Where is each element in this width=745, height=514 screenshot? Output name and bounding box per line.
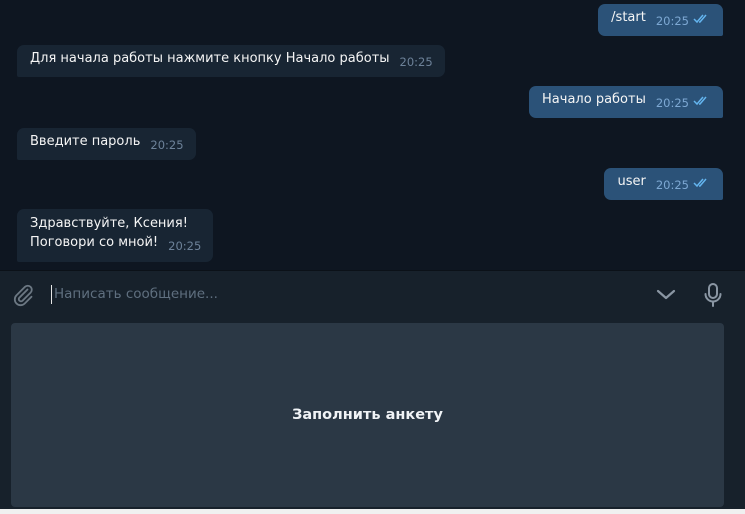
message-time: 20:25	[655, 96, 689, 110]
fill-form-button[interactable]: Заполнить анкету	[11, 323, 724, 507]
message-text: Введите пароль	[30, 134, 141, 149]
message-list: /start 20:25 Для начала работы нажмите кн…	[0, 0, 745, 270]
message-text-line: Здравствуйте, Ксения!	[30, 216, 188, 231]
message-text: Для начала работы нажмите кнопку Начало …	[30, 51, 390, 66]
message-outgoing[interactable]: /start 20:25	[598, 4, 723, 36]
double-check-icon	[693, 178, 711, 188]
message-incoming[interactable]: Здравствуйте, Ксения! Поговори со мной! 2…	[17, 209, 214, 262]
message-time: 20:25	[655, 14, 689, 28]
message-time: 20:25	[655, 178, 689, 192]
message-composer: Написать сообщение...	[0, 270, 745, 318]
message-text: /start	[611, 10, 646, 25]
message-incoming[interactable]: Для начала работы нажмите кнопку Начало …	[17, 45, 445, 77]
reply-keyboard: Заполнить анкету	[0, 318, 745, 514]
message-input[interactable]: Написать сообщение...	[54, 285, 218, 304]
message-outgoing[interactable]: Начало работы 20:25	[529, 86, 723, 118]
paperclip-icon[interactable]	[11, 283, 35, 307]
message-time: 20:25	[399, 55, 433, 69]
message-time: 20:25	[150, 138, 184, 152]
double-check-icon	[693, 14, 711, 24]
text-cursor	[51, 285, 52, 304]
message-text: Начало работы	[542, 92, 646, 107]
chevron-down-icon[interactable]	[655, 285, 677, 305]
window-bottom-edge	[0, 509, 745, 514]
message-time: 20:25	[168, 239, 202, 253]
message-text-line: Поговори со мной!	[30, 235, 159, 250]
double-check-icon	[693, 96, 711, 106]
microphone-icon[interactable]	[702, 282, 724, 308]
message-incoming[interactable]: Введите пароль 20:25	[17, 128, 196, 160]
message-text: user	[617, 174, 646, 189]
message-outgoing[interactable]: user 20:25	[604, 168, 723, 200]
